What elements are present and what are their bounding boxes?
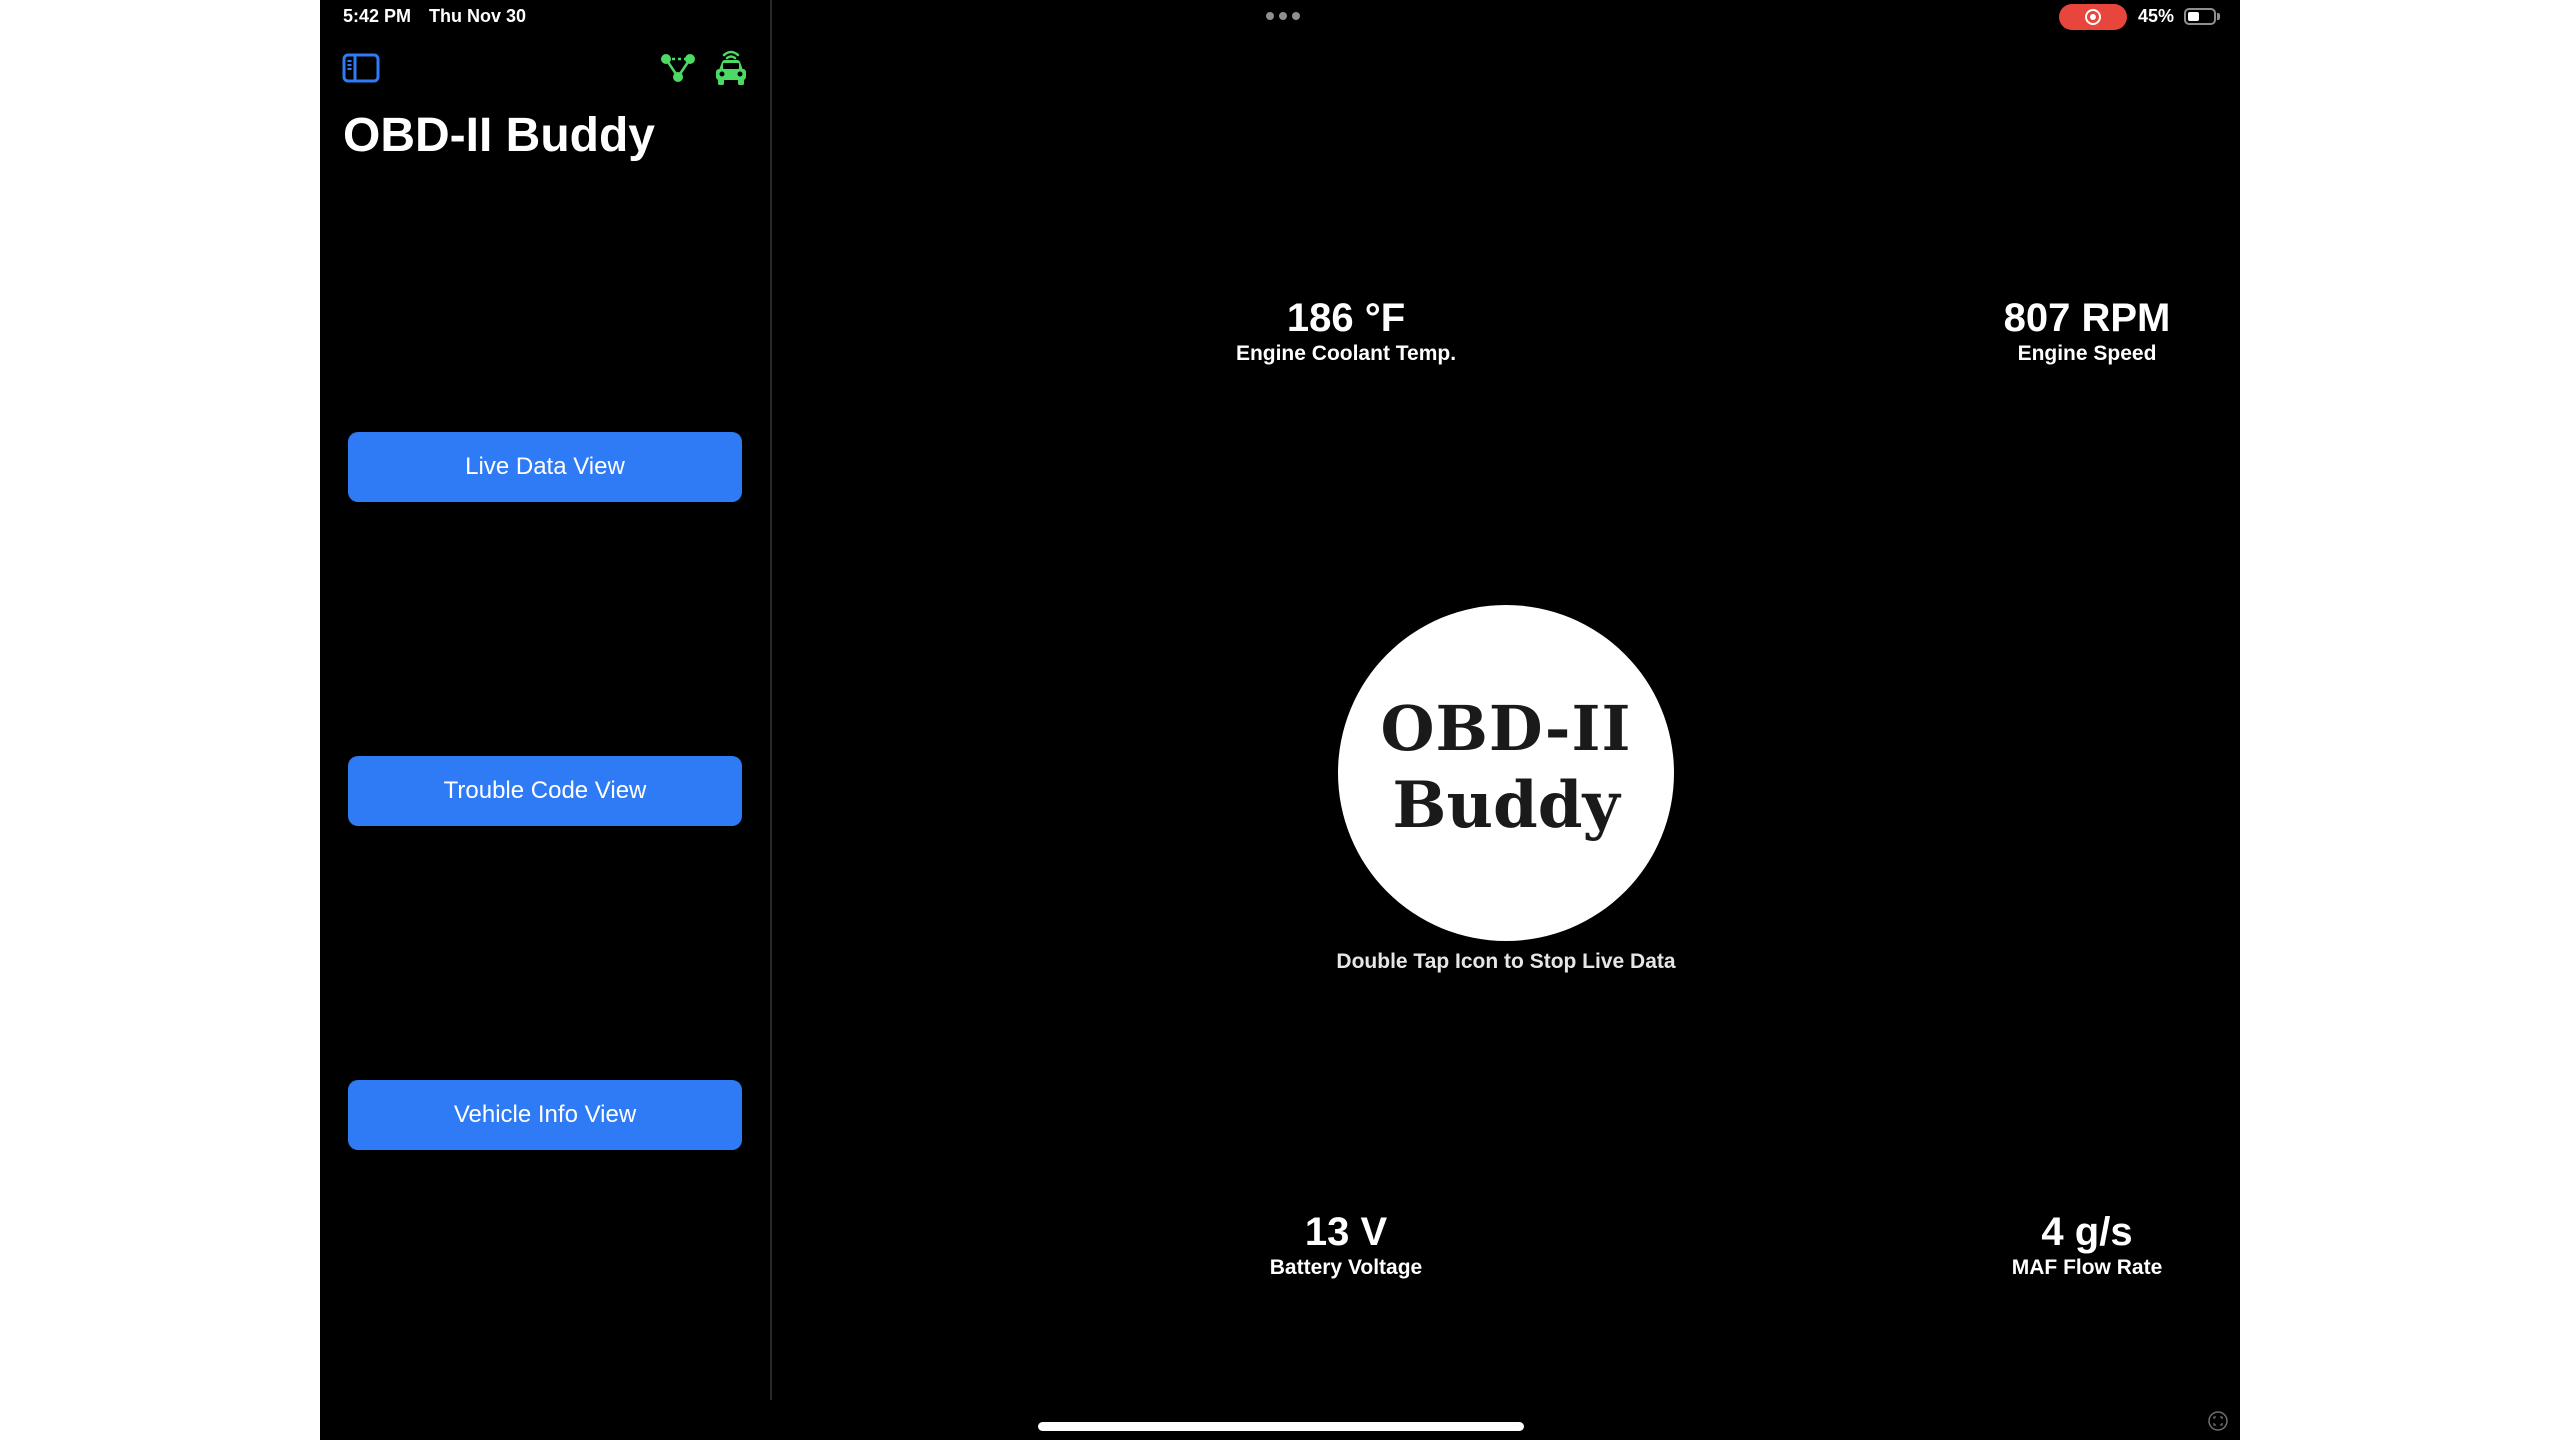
network-icon[interactable] xyxy=(659,50,697,86)
coolant-temp-value: 186 °F xyxy=(1286,296,1406,340)
screen-recording-icon[interactable] xyxy=(2059,4,2127,30)
coolant-temp-label: Engine Coolant Temp. xyxy=(1235,342,1457,365)
engine-speed-value: 807 RPM xyxy=(2003,296,2171,340)
multitasking-ellipsis-icon[interactable] xyxy=(1266,8,1300,24)
coolant-temp-metric: 186 °F Engine Coolant Temp. xyxy=(1136,295,1556,367)
battery-voltage-label: Battery Voltage xyxy=(1269,1256,1423,1279)
maf-flow-metric: 4 g/s MAF Flow Rate xyxy=(1877,1209,2240,1281)
vehicle-info-view-button[interactable]: Vehicle Info View xyxy=(348,1080,742,1150)
maf-flow-label: MAF Flow Rate xyxy=(2011,1256,2163,1279)
logo-text-line1: OBD-II xyxy=(1380,692,1632,765)
screenshot-capture-icon xyxy=(2208,1411,2228,1431)
stop-live-data-hint: Double Tap Icon to Stop Live Data xyxy=(1336,950,1676,973)
sidebar: OBD-II Buddy Live Data View Trouble Code… xyxy=(320,0,772,1400)
battery-percentage: 45% xyxy=(2138,6,2175,26)
app-screen: 5:42 PM Thu Nov 30 45% OBD-II Buddy Live… xyxy=(320,0,2240,1440)
sidebar-toggle-icon[interactable] xyxy=(342,53,380,83)
trouble-code-view-button[interactable]: Trouble Code View xyxy=(348,756,742,826)
car-connected-icon[interactable] xyxy=(713,48,749,88)
engine-speed-label: Engine Speed xyxy=(2017,342,2157,365)
battery-voltage-metric: 13 V Battery Voltage xyxy=(1136,1209,1556,1281)
battery-icon xyxy=(2184,8,2220,25)
home-indicator[interactable] xyxy=(1038,1422,1524,1431)
app-title: OBD-II Buddy xyxy=(343,109,655,162)
live-data-view-button[interactable]: Live Data View xyxy=(348,432,742,502)
battery-voltage-value: 13 V xyxy=(1304,1210,1388,1254)
logo-text-line2: Buddy xyxy=(1392,768,1620,843)
obd-buddy-logo[interactable]: OBD-II Buddy xyxy=(1338,605,1674,941)
engine-speed-metric: 807 RPM Engine Speed xyxy=(1877,295,2240,367)
maf-flow-value: 4 g/s xyxy=(2041,1210,2133,1254)
